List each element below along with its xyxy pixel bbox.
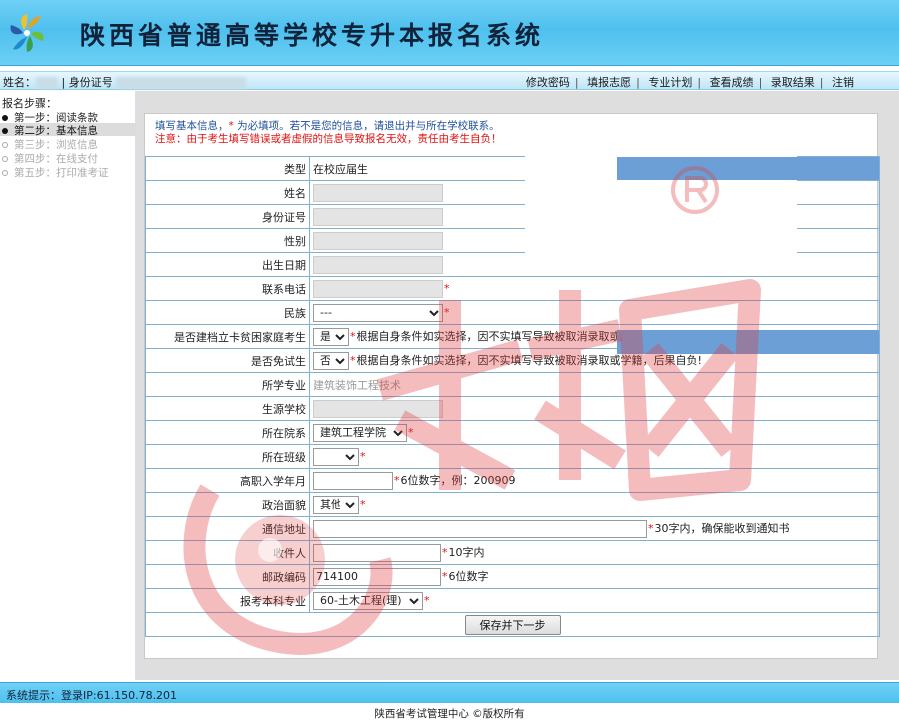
- step-print-ticket: 第五步：打印准考证: [0, 165, 136, 179]
- politics-select[interactable]: 其他: [313, 495, 359, 514]
- major-value: 建筑装饰工程技术: [313, 378, 401, 392]
- name-field[interactable]: [313, 183, 443, 202]
- menu-change-password[interactable]: 修改密码: [521, 76, 575, 89]
- type-value: 在校应届生: [313, 162, 368, 176]
- row-recipient: 收件人 *10字内: [145, 540, 880, 565]
- menu-logout[interactable]: 注销: [827, 76, 859, 89]
- school-field[interactable]: [313, 399, 443, 418]
- postcode-field[interactable]: [313, 567, 441, 586]
- circle-icon: [2, 170, 8, 176]
- id-number-field[interactable]: [313, 207, 443, 226]
- steps-title: 报名步骤：: [2, 97, 57, 110]
- phone-field[interactable]: [313, 279, 443, 298]
- bullet-icon: [2, 128, 8, 134]
- menu-admission-result[interactable]: 录取结果: [766, 76, 820, 89]
- row-target-major: 报考本科专业 60-土木工程(理) *: [145, 588, 880, 613]
- row-address: 通信地址 *30字内，确保能收到通知书: [145, 516, 880, 541]
- row-class: 所在班级 *: [145, 444, 880, 469]
- class-select[interactable]: [313, 447, 359, 466]
- dept-select[interactable]: 建筑工程学院: [313, 423, 407, 442]
- row-enroll: 高职入学年月 *6位数字，例：200909: [145, 468, 880, 493]
- circle-icon: [2, 142, 8, 148]
- user-info: 姓名： | 身份证号: [3, 74, 247, 90]
- row-school: 生源学校: [145, 396, 880, 421]
- enroll-date-field[interactable]: [313, 471, 393, 490]
- menu-view-scores[interactable]: 查看成绩: [705, 76, 759, 89]
- address-field[interactable]: [313, 519, 647, 538]
- copyright-footer: 陕西省考试管理中心 ©版权所有: [374, 708, 525, 720]
- id-redacted: [116, 77, 247, 89]
- photo-footer-bar: [617, 330, 879, 354]
- photo-placeholder: [525, 132, 797, 264]
- poverty-select[interactable]: 是: [313, 327, 349, 346]
- photo-header-bar: [617, 157, 879, 180]
- recipient-field[interactable]: [313, 543, 441, 562]
- step-online-payment: 第四步：在线支付: [0, 151, 136, 165]
- bullet-icon: [2, 115, 8, 121]
- status-bar: 系统提示：登录IP:61.150.78.201: [0, 682, 899, 703]
- menu-fill-preference[interactable]: 填报志愿: [582, 76, 636, 89]
- birth-date-field[interactable]: [313, 255, 443, 274]
- step-browse-info: 第三步：浏览信息: [0, 137, 136, 151]
- save-next-button[interactable]: 保存并下一步: [464, 614, 561, 635]
- user-info-bar: 姓名： | 身份证号 修改密码 | 填报志愿 | 专业计划 | 查看成绩 | 录取结果 |…: [0, 71, 899, 90]
- header-banner: 陕西省普通高等学校专升本报名系统: [0, 0, 899, 66]
- logo-icon: [10, 14, 44, 52]
- top-menu: 修改密码 | 填报志愿 | 专业计划 | 查看成绩 | 录取结果 | 注销: [521, 74, 859, 90]
- login-ip-status: 系统提示：登录IP:61.150.78.201: [6, 689, 178, 702]
- circle-icon: [2, 156, 8, 162]
- gender-field[interactable]: [313, 231, 443, 250]
- row-dept: 所在院系 建筑工程学院 *: [145, 420, 880, 445]
- step-read-terms[interactable]: 第一步：阅读条款: [0, 110, 136, 124]
- name-label: 姓名：: [3, 76, 36, 89]
- ethnic-select[interactable]: ---: [313, 303, 443, 322]
- name-redacted: [36, 77, 58, 89]
- exempt-select[interactable]: 否: [313, 351, 349, 370]
- row-postcode: 邮政编码*6位数字: [145, 564, 880, 589]
- row-politics: 政治面貌 其他 *: [145, 492, 880, 517]
- menu-major-plan[interactable]: 专业计划: [643, 76, 697, 89]
- form-panel: 填写基本信息，* 为必填项。若不是您的信息，请退出并与所在学校联系。 注意：由于…: [144, 113, 880, 659]
- row-ethnic: 民族 --- *: [145, 300, 880, 325]
- id-label: | 身份证号: [61, 76, 113, 89]
- row-submit: 保存并下一步: [145, 612, 880, 637]
- sidebar: 报名步骤： 第一步：阅读条款 第二步：基本信息 第三步：浏览信息 第四步：在线支…: [0, 91, 136, 680]
- target-major-select[interactable]: 60-土木工程(理): [313, 591, 423, 610]
- warning-note: 注意：由于考生填写错误或者虚假的信息导致报名无效，责任由考生自负！: [155, 133, 502, 145]
- system-title: 陕西省普通高等学校专升本报名系统: [80, 21, 545, 50]
- row-phone: 联系电话 *: [145, 276, 880, 301]
- main-content: 填写基本信息，* 为必填项。若不是您的信息，请退出并与所在学校联系。 注意：由于…: [136, 91, 899, 680]
- row-major: 所学专业 建筑装饰工程技术: [145, 372, 880, 397]
- step-basic-info[interactable]: 第二步：基本信息: [0, 123, 136, 137]
